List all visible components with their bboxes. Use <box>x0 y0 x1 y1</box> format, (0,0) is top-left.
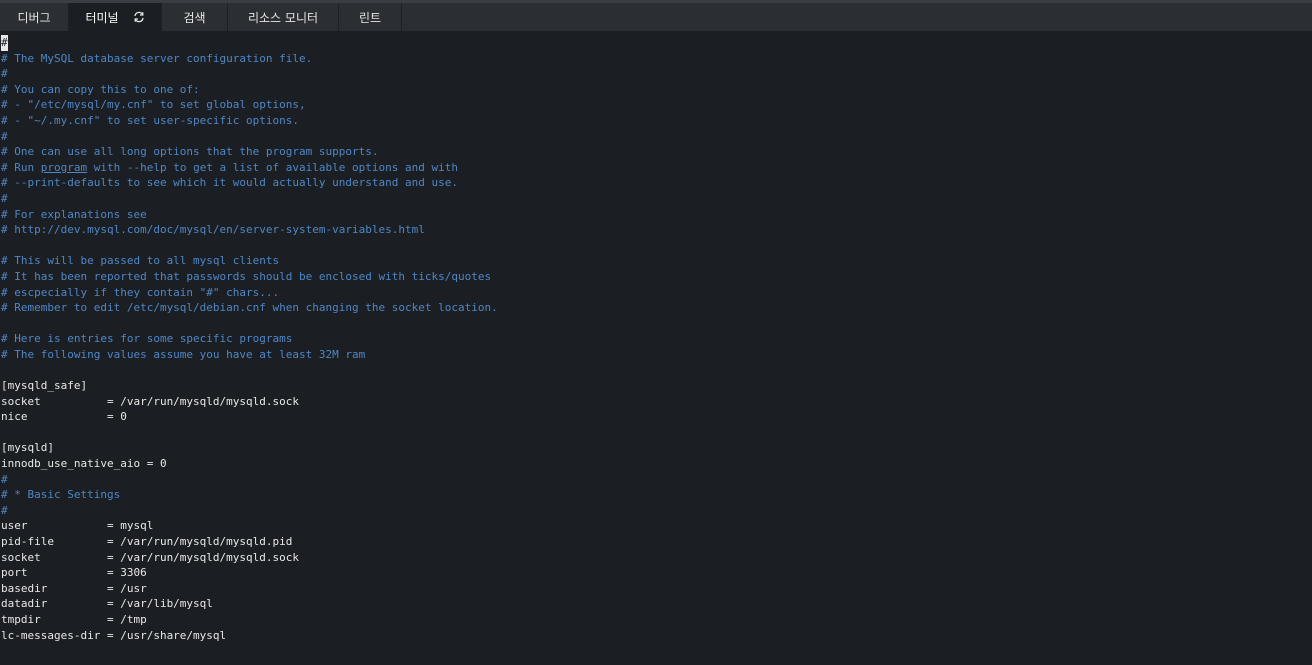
terminal-line: basedir = /usr <box>1 581 147 595</box>
terminal-line: # Remember to edit /etc/mysql/debian.cnf… <box>1 301 498 315</box>
terminal-line: # <box>1 472 8 486</box>
terminal-line: # This will be passed to all mysql clien… <box>1 254 280 268</box>
terminal-line: # One can use all long options that the … <box>1 145 379 159</box>
tab-terminal[interactable]: 터미널 <box>69 3 162 31</box>
terminal-line: user = mysql <box>1 519 154 533</box>
terminal-line: # It has been reported that passwords sh… <box>1 269 492 283</box>
tab-debug[interactable]: 디버그 <box>0 3 69 31</box>
terminal-line: pid-file = /var/run/mysqld/mysqld.pid <box>1 535 293 548</box>
terminal-line: # The MySQL database server configuratio… <box>1 51 313 65</box>
terminal-line: # - "/etc/mysql/my.cnf" to set global op… <box>1 98 306 112</box>
terminal-line: # Here is entries for some specific prog… <box>1 332 293 346</box>
tab-resource-monitor[interactable]: 리소스 모니터 <box>228 3 339 31</box>
underlined-word: program <box>40 160 88 174</box>
terminal-line: datadir = /var/lib/mysql <box>1 597 213 611</box>
terminal-line: innodb_use_native_aio = 0 <box>1 457 167 471</box>
terminal-line: # <box>1 503 8 517</box>
panel-tabs: 디버그 터미널 검색 리소스 모니터 린트 <box>0 3 1312 31</box>
terminal-line: # For explanations see <box>1 207 147 221</box>
terminal-line: [mysqld] <box>1 441 54 455</box>
terminal-output[interactable]: # # The MySQL database server configurati… <box>0 35 1312 665</box>
tab-resource-monitor-label: 리소스 모니터 <box>247 10 319 25</box>
terminal-line: # <box>1 67 8 81</box>
tab-search-label: 검색 <box>183 10 206 25</box>
terminal-line: # http://dev.mysql.com/doc/mysql/en/serv… <box>1 223 425 237</box>
terminal-line: # <box>1 191 8 205</box>
terminal-line: port = 3306 <box>1 566 147 580</box>
terminal-line: # escpecially if they contain "#" chars.… <box>1 285 280 299</box>
terminal-line: # The following values assume you have a… <box>1 347 366 361</box>
panel-tab-bar: 디버그 터미널 검색 리소스 모니터 린트 <box>0 0 1312 31</box>
tab-lint-label: 린트 <box>358 10 382 25</box>
tab-terminal-label: 터미널 <box>85 10 119 25</box>
terminal-line: # <box>1 129 8 143</box>
terminal-line: # <box>1 35 1312 51</box>
tab-search[interactable]: 검색 <box>162 3 228 31</box>
tab-lint[interactable]: 린트 <box>339 3 402 31</box>
terminal-cursor: # <box>1 35 8 51</box>
terminal-line: # You can copy this to one of: <box>1 82 200 96</box>
terminal-line: # Run program with --help to get a list … <box>1 160 458 174</box>
refresh-icon[interactable] <box>133 11 145 23</box>
terminal-line: socket = /var/run/mysqld/mysqld.sock <box>1 394 300 408</box>
terminal-line: lc-messages-dir = /usr/share/mysql <box>1 628 227 642</box>
tab-debug-label: 디버그 <box>17 10 51 25</box>
terminal-line: tmpdir = /tmp <box>1 612 147 626</box>
terminal-line: # - "~/.my.cnf" to set user-specific opt… <box>1 113 300 127</box>
terminal-line: # * Basic Settings <box>1 488 121 502</box>
terminal-line: # --print-defaults to see which it would… <box>1 176 458 190</box>
terminal-line: nice = 0 <box>1 410 127 424</box>
terminal-line: [mysqld_safe] <box>1 379 88 393</box>
terminal-line: socket = /var/run/mysqld/mysqld.sock <box>1 550 300 564</box>
